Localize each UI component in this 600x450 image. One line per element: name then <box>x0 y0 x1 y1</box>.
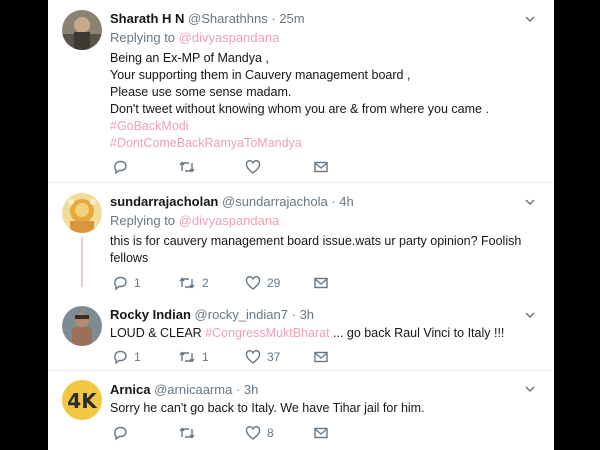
timestamp[interactable]: 3h <box>244 382 258 397</box>
tweet-actions: 1 1 37 <box>110 348 350 366</box>
separator-dot: · <box>331 194 336 209</box>
reply-count: 1 <box>134 350 141 364</box>
like-button[interactable]: 29 <box>245 274 280 292</box>
message-icon <box>314 277 328 289</box>
like-button[interactable]: 37 <box>245 348 280 366</box>
tweet-header: Sharath H N @Sharathhns · 25m <box>110 10 530 27</box>
like-count: 29 <box>267 276 281 290</box>
reply-icon <box>114 276 127 291</box>
retweet-button[interactable]: 2 <box>178 274 209 292</box>
tweet-1[interactable]: Sharath H N @Sharathhns · 25m Replying t… <box>48 0 554 182</box>
tweet-header: Rocky Indian @rocky_indian7 · 3h <box>110 306 530 323</box>
reply-count: 1 <box>134 276 141 290</box>
like-button[interactable]: 8 <box>245 424 274 442</box>
separator-dot: · <box>271 11 276 26</box>
hashtag-link[interactable]: #DontComeBackRamyaToMandya <box>110 135 530 152</box>
replying-to-label: Replying to <box>110 213 179 228</box>
reply-button[interactable]: 1 <box>112 348 141 366</box>
tweet-line: Please use some sense madam. <box>110 85 292 99</box>
replying-to-label: Replying to <box>110 30 179 45</box>
message-icon <box>314 161 328 173</box>
like-icon <box>245 276 261 290</box>
avatar[interactable]: 4K <box>62 380 102 420</box>
avatar[interactable] <box>62 306 102 346</box>
retweet-count: 2 <box>202 276 209 290</box>
reply-button[interactable] <box>112 158 134 176</box>
user-handle[interactable]: @Sharathhns <box>188 11 268 26</box>
user-handle[interactable]: @rocky_indian7 <box>195 307 288 322</box>
retweet-count: 1 <box>202 350 209 364</box>
display-name[interactable]: Rocky Indian <box>110 307 191 322</box>
direct-message-button[interactable] <box>313 158 329 176</box>
tweet-4[interactable]: 4K Arnica @arnicaarma · 3h Sorry he can'… <box>48 371 554 450</box>
direct-message-button[interactable] <box>313 348 329 366</box>
hashtag-link[interactable]: #CongressMuktBharat <box>205 326 329 340</box>
tweet-text-part: LOUD & CLEAR <box>110 326 206 340</box>
timestamp[interactable]: 4h <box>339 194 353 209</box>
mention-link[interactable]: @divyaspandana <box>179 213 280 228</box>
reply-button[interactable]: 1 <box>112 274 141 292</box>
timestamp[interactable]: 25m <box>279 11 304 26</box>
tweet-line: Your supporting them in Cauvery manageme… <box>110 68 411 82</box>
retweet-button[interactable] <box>178 158 202 176</box>
tweet-line: this is for cauvery management board iss… <box>110 234 522 248</box>
tweet-actions: 8 <box>110 424 350 442</box>
like-count: 37 <box>267 350 281 364</box>
timestamp[interactable]: 3h <box>300 307 314 322</box>
retweet-button[interactable] <box>178 424 202 442</box>
retweet-icon <box>179 427 195 439</box>
message-icon <box>314 351 328 363</box>
retweet-icon <box>179 351 195 363</box>
display-name[interactable]: Sharath H N <box>110 11 184 26</box>
replying-to: Replying to @divyaspandana <box>110 29 530 46</box>
svg-text:4K: 4K <box>67 389 98 413</box>
tweet-header: Arnica @arnicaarma · 3h <box>110 381 530 398</box>
tweet-line: Don't tweet without knowing whom you are… <box>110 102 489 116</box>
tweet-actions <box>110 158 350 176</box>
tweet-header: sundarrajacholan @sundarrajachola · 4h <box>110 193 530 210</box>
replying-to: Replying to @divyaspandana <box>110 212 530 229</box>
mention-link[interactable]: @divyaspandana <box>179 30 280 45</box>
retweet-icon <box>179 277 195 289</box>
direct-message-button[interactable] <box>313 274 329 292</box>
retweet-button[interactable]: 1 <box>178 348 209 366</box>
like-icon <box>245 160 261 174</box>
tweet-text: this is for cauvery management board iss… <box>110 233 530 267</box>
tweet-line: fellows <box>110 251 149 265</box>
thread-line <box>81 237 83 287</box>
like-button[interactable] <box>245 158 267 176</box>
reply-icon <box>114 350 127 365</box>
tweet-actions: 1 2 29 <box>110 274 350 292</box>
like-icon <box>245 426 261 440</box>
tweet-text: Being an Ex-MP of Mandya , Your supporti… <box>110 50 530 152</box>
direct-message-button[interactable] <box>313 424 329 442</box>
hashtag-link[interactable]: #GoBackModi <box>110 118 530 135</box>
reply-button[interactable] <box>112 424 134 442</box>
avatar[interactable] <box>62 10 102 50</box>
tweet-2[interactable]: sundarrajacholan @sundarrajachola · 4h R… <box>48 183 554 292</box>
retweet-icon <box>179 161 195 173</box>
reply-icon <box>114 160 127 175</box>
reply-icon <box>114 426 127 441</box>
separator-dot: · <box>235 382 241 397</box>
display-name[interactable]: sundarrajacholan <box>110 194 218 209</box>
tweet-line: Being an Ex-MP of Mandya , <box>110 51 269 65</box>
like-count: 8 <box>267 426 274 440</box>
tweet-text: Sorry he can't go back to Italy. We have… <box>110 401 425 415</box>
tweet-3[interactable]: Rocky Indian @rocky_indian7 · 3h LOUD & … <box>48 302 554 374</box>
user-handle[interactable]: @sundarrajachola <box>222 194 328 209</box>
display-name[interactable]: Arnica <box>110 382 150 397</box>
avatar[interactable] <box>62 193 102 233</box>
user-handle[interactable]: @arnicaarma <box>154 382 232 397</box>
message-icon <box>314 427 328 439</box>
tweet-text: LOUD & CLEAR #CongressMuktBharat ... go … <box>110 325 530 342</box>
separator-dot: · <box>291 307 296 322</box>
like-icon <box>245 350 261 364</box>
tweet-text-part: ... go back Raul Vinci to Italy !!! <box>329 326 505 340</box>
tweet-thread: Sharath H N @Sharathhns · 25m Replying t… <box>48 0 554 450</box>
